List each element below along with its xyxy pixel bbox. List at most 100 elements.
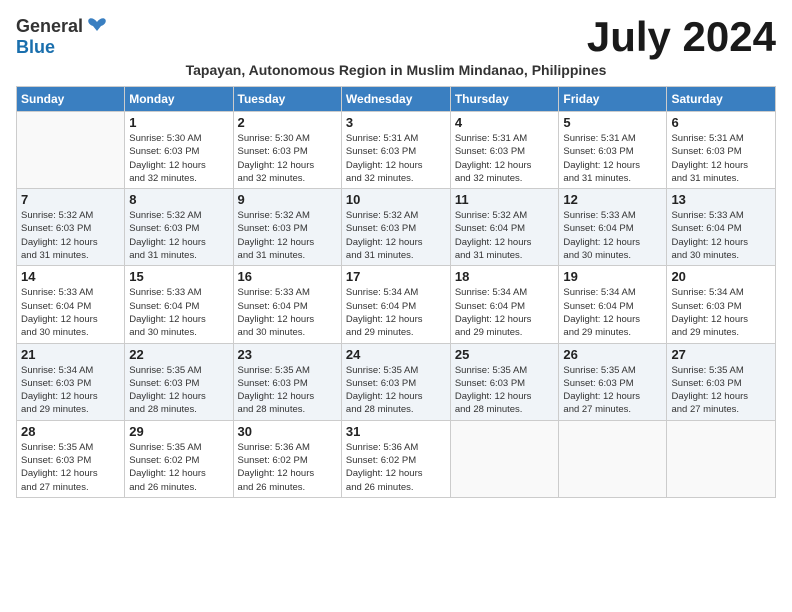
- day-number: 3: [346, 115, 446, 130]
- day-number: 27: [671, 347, 771, 362]
- calendar-cell: 25 Sunrise: 5:35 AM Sunset: 6:03 PM Dayli…: [450, 343, 559, 420]
- calendar-cell: 15Sunrise: 5:33 AM Sunset: 6:04 PM Dayli…: [125, 266, 233, 343]
- day-info: Sunrise: 5:36 AM Sunset: 6:02 PM Dayligh…: [238, 441, 337, 494]
- day-info: Sunrise: 5:34 AM Sunset: 6:03 PM Dayligh…: [671, 286, 771, 339]
- day-info: Sunrise: 5:33 AM Sunset: 6:04 PM Dayligh…: [563, 209, 662, 262]
- calendar-cell: [667, 420, 776, 497]
- calendar-table: SundayMondayTuesdayWednesdayThursdayFrid…: [16, 86, 776, 498]
- logo: General Blue: [16, 16, 109, 58]
- calendar-cell: [17, 112, 125, 189]
- day-info: Sunrise: 5:32 AM Sunset: 6:03 PM Dayligh…: [346, 209, 446, 262]
- calendar-cell: 30 Sunrise: 5:36 AM Sunset: 6:02 PM Dayli…: [233, 420, 341, 497]
- day-info: Sunrise: 5:34 AM Sunset: 6:03 PM Dayligh…: [21, 364, 120, 417]
- day-number: 18: [455, 269, 555, 284]
- day-number: 23: [238, 347, 337, 362]
- day-info: Sunrise: 5:31 AM Sunset: 6:03 PM Dayligh…: [671, 132, 771, 185]
- day-number: 17: [346, 269, 446, 284]
- day-info: Sunrise: 5:35 AM Sunset: 6:03 PM Dayligh…: [563, 364, 662, 417]
- day-number: 8: [129, 192, 228, 207]
- calendar-cell: 14Sunrise: 5:33 AM Sunset: 6:04 PM Dayli…: [17, 266, 125, 343]
- calendar-cell: 26 Sunrise: 5:35 AM Sunset: 6:03 PM Dayli…: [559, 343, 667, 420]
- day-info: Sunrise: 5:35 AM Sunset: 6:03 PM Dayligh…: [238, 364, 337, 417]
- calendar-cell: 29 Sunrise: 5:35 AM Sunset: 6:02 PM Dayli…: [125, 420, 233, 497]
- day-number: 22: [129, 347, 228, 362]
- day-number: 13: [671, 192, 771, 207]
- calendar-cell: 11 Sunrise: 5:32 AM Sunset: 6:04 PM Dayli…: [450, 189, 559, 266]
- calendar-cell: 7 Sunrise: 5:32 AM Sunset: 6:03 PM Daylig…: [17, 189, 125, 266]
- day-info: Sunrise: 5:31 AM Sunset: 6:03 PM Dayligh…: [563, 132, 662, 185]
- calendar-cell: 12 Sunrise: 5:33 AM Sunset: 6:04 PM Dayli…: [559, 189, 667, 266]
- day-number: 10: [346, 192, 446, 207]
- day-info: Sunrise: 5:35 AM Sunset: 6:03 PM Dayligh…: [455, 364, 555, 417]
- day-info: Sunrise: 5:32 AM Sunset: 6:04 PM Dayligh…: [455, 209, 555, 262]
- calendar-cell: 6 Sunrise: 5:31 AM Sunset: 6:03 PM Daylig…: [667, 112, 776, 189]
- calendar-cell: 18 Sunrise: 5:34 AM Sunset: 6:04 PM Dayli…: [450, 266, 559, 343]
- day-info: Sunrise: 5:35 AM Sunset: 6:03 PM Dayligh…: [129, 364, 228, 417]
- day-number: 31: [346, 424, 446, 439]
- day-of-week-header: Saturday: [667, 87, 776, 112]
- logo-bird-icon: [85, 17, 109, 37]
- day-number: 26: [563, 347, 662, 362]
- day-number: 1: [129, 115, 228, 130]
- calendar-cell: 3 Sunrise: 5:31 AM Sunset: 6:03 PM Daylig…: [341, 112, 450, 189]
- day-number: 20: [671, 269, 771, 284]
- day-number: 25: [455, 347, 555, 362]
- day-info: Sunrise: 5:31 AM Sunset: 6:03 PM Dayligh…: [346, 132, 446, 185]
- day-number: 2: [238, 115, 337, 130]
- calendar-cell: 13 Sunrise: 5:33 AM Sunset: 6:04 PM Dayli…: [667, 189, 776, 266]
- day-number: 7: [21, 192, 120, 207]
- day-info: Sunrise: 5:33 AM Sunset: 6:04 PM Dayligh…: [238, 286, 337, 339]
- day-number: 9: [238, 192, 337, 207]
- day-of-week-header: Tuesday: [233, 87, 341, 112]
- day-info: Sunrise: 5:35 AM Sunset: 6:03 PM Dayligh…: [21, 441, 120, 494]
- day-info: Sunrise: 5:31 AM Sunset: 6:03 PM Dayligh…: [455, 132, 555, 185]
- calendar-cell: 5Sunrise: 5:31 AM Sunset: 6:03 PM Daylig…: [559, 112, 667, 189]
- day-number: 24: [346, 347, 446, 362]
- logo-blue-text: Blue: [16, 37, 55, 58]
- month-title: July 2024: [587, 16, 776, 58]
- day-number: 28: [21, 424, 120, 439]
- calendar-cell: 1 Sunrise: 5:30 AM Sunset: 6:03 PM Daylig…: [125, 112, 233, 189]
- calendar-cell: 27Sunrise: 5:35 AM Sunset: 6:03 PM Dayli…: [667, 343, 776, 420]
- calendar-cell: 2 Sunrise: 5:30 AM Sunset: 6:03 PM Daylig…: [233, 112, 341, 189]
- calendar-cell: 9 Sunrise: 5:32 AM Sunset: 6:03 PM Daylig…: [233, 189, 341, 266]
- day-info: Sunrise: 5:30 AM Sunset: 6:03 PM Dayligh…: [238, 132, 337, 185]
- day-info: Sunrise: 5:33 AM Sunset: 6:04 PM Dayligh…: [671, 209, 771, 262]
- day-of-week-header: Wednesday: [341, 87, 450, 112]
- day-info: Sunrise: 5:35 AM Sunset: 6:02 PM Dayligh…: [129, 441, 228, 494]
- day-number: 11: [455, 192, 555, 207]
- calendar-cell: 17 Sunrise: 5:34 AM Sunset: 6:04 PM Dayli…: [341, 266, 450, 343]
- day-number: 19: [563, 269, 662, 284]
- calendar-cell: 19 Sunrise: 5:34 AM Sunset: 6:04 PM Dayli…: [559, 266, 667, 343]
- day-info: Sunrise: 5:32 AM Sunset: 6:03 PM Dayligh…: [129, 209, 228, 262]
- day-info: Sunrise: 5:32 AM Sunset: 6:03 PM Dayligh…: [21, 209, 120, 262]
- day-number: 12: [563, 192, 662, 207]
- day-number: 29: [129, 424, 228, 439]
- day-number: 6: [671, 115, 771, 130]
- day-of-week-header: Monday: [125, 87, 233, 112]
- day-of-week-header: Sunday: [17, 87, 125, 112]
- day-info: Sunrise: 5:33 AM Sunset: 6:04 PM Dayligh…: [21, 286, 120, 339]
- calendar-cell: 8 Sunrise: 5:32 AM Sunset: 6:03 PM Daylig…: [125, 189, 233, 266]
- calendar-cell: 24 Sunrise: 5:35 AM Sunset: 6:03 PM Dayli…: [341, 343, 450, 420]
- day-number: 21: [21, 347, 120, 362]
- day-of-week-header: Friday: [559, 87, 667, 112]
- calendar-cell: 21 Sunrise: 5:34 AM Sunset: 6:03 PM Dayli…: [17, 343, 125, 420]
- day-info: Sunrise: 5:36 AM Sunset: 6:02 PM Dayligh…: [346, 441, 446, 494]
- calendar-cell: 4Sunrise: 5:31 AM Sunset: 6:03 PM Daylig…: [450, 112, 559, 189]
- calendar-subtitle: Tapayan, Autonomous Region in Muslim Min…: [16, 62, 776, 78]
- day-number: 30: [238, 424, 337, 439]
- calendar-cell: 23 Sunrise: 5:35 AM Sunset: 6:03 PM Dayli…: [233, 343, 341, 420]
- logo-general-text: General: [16, 16, 83, 37]
- day-info: Sunrise: 5:32 AM Sunset: 6:03 PM Dayligh…: [238, 209, 337, 262]
- day-info: Sunrise: 5:34 AM Sunset: 6:04 PM Dayligh…: [346, 286, 446, 339]
- calendar-cell: 20 Sunrise: 5:34 AM Sunset: 6:03 PM Dayli…: [667, 266, 776, 343]
- day-info: Sunrise: 5:34 AM Sunset: 6:04 PM Dayligh…: [563, 286, 662, 339]
- calendar-cell: 16Sunrise: 5:33 AM Sunset: 6:04 PM Dayli…: [233, 266, 341, 343]
- day-of-week-header: Thursday: [450, 87, 559, 112]
- day-number: 15: [129, 269, 228, 284]
- day-info: Sunrise: 5:35 AM Sunset: 6:03 PM Dayligh…: [346, 364, 446, 417]
- calendar-cell: [559, 420, 667, 497]
- day-info: Sunrise: 5:30 AM Sunset: 6:03 PM Dayligh…: [129, 132, 228, 185]
- day-info: Sunrise: 5:34 AM Sunset: 6:04 PM Dayligh…: [455, 286, 555, 339]
